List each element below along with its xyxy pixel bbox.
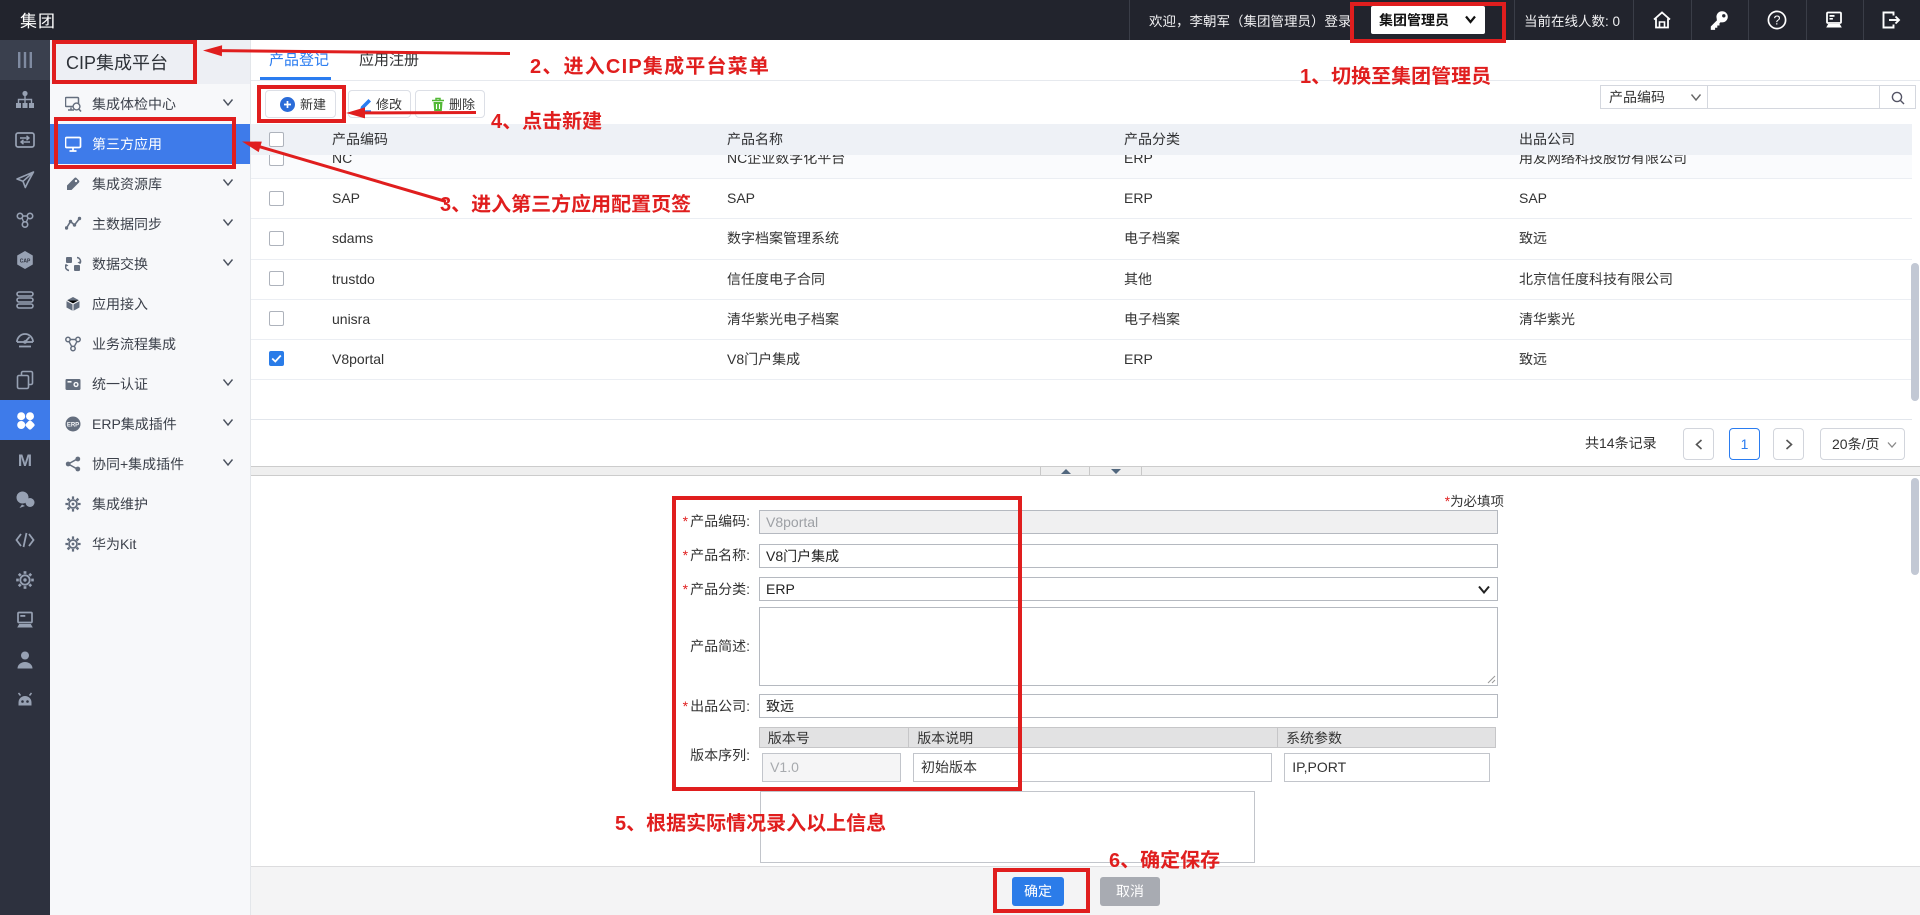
svg-text:?: ? [1774,13,1781,27]
svg-text:ERP: ERP [67,423,79,429]
svg-text:M: M [18,451,32,470]
svg-text:CAP: CAP [20,259,31,265]
